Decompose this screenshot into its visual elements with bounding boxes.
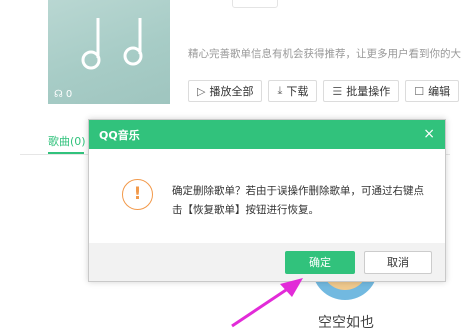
title-edit-tab (232, 0, 278, 8)
dialog-footer: 确定 取消 (89, 243, 445, 281)
list-icon: ☰ (332, 84, 343, 98)
confirm-button[interactable]: 确定 (285, 251, 355, 274)
download-icon: ⤓ (277, 84, 283, 97)
batch-operation-button[interactable]: ☰ 批量操作 (323, 80, 400, 102)
tab-songs[interactable]: 歌曲(0) (48, 133, 86, 149)
cancel-button[interactable]: 取消 (364, 251, 432, 274)
edit-button[interactable]: ☐ 编辑 (405, 80, 460, 102)
playlist-toolbar: ▷ 播放全部 ⤓ 下载 ☰ 批量操作 ☐ 编辑 (188, 80, 460, 102)
edit-label: 编辑 (428, 85, 451, 98)
playlist-description: 精心完善歌单信息有机会获得推荐，让更多用户看到你的大 (188, 48, 461, 60)
close-icon[interactable]: × (423, 126, 435, 142)
music-note-icon (81, 18, 143, 70)
delete-playlist-dialog: QQ音乐 × ! 确定删除歌单？若由于误操作删除歌单，可通过右键点击【恢复歌单】… (88, 119, 446, 282)
headphone-icon: ☊ (54, 89, 63, 100)
play-icon: ▷ (197, 84, 206, 98)
dialog-title: QQ音乐 (99, 128, 140, 142)
batch-operation-label: 批量操作 (346, 85, 391, 98)
dialog-header: QQ音乐 × (89, 120, 445, 149)
dialog-message: 确定删除歌单？若由于误操作删除歌单，可通过右键点击【恢复歌单】按钮进行恢复。 (172, 185, 424, 216)
download-label: 下载 (286, 85, 309, 98)
listen-count-value: 0 (65, 89, 73, 100)
empty-state-text: 空空如也 (318, 315, 374, 331)
listen-count: ☊ 0 (54, 89, 72, 100)
download-button[interactable]: ⤓ 下载 (268, 80, 318, 102)
edit-icon: ☐ (414, 84, 425, 98)
warning-icon: ! (122, 179, 153, 210)
play-all-label: 播放全部 (209, 85, 254, 98)
playlist-cover: ☊ 0 (48, 0, 170, 104)
play-all-button[interactable]: ▷ 播放全部 (188, 80, 263, 102)
